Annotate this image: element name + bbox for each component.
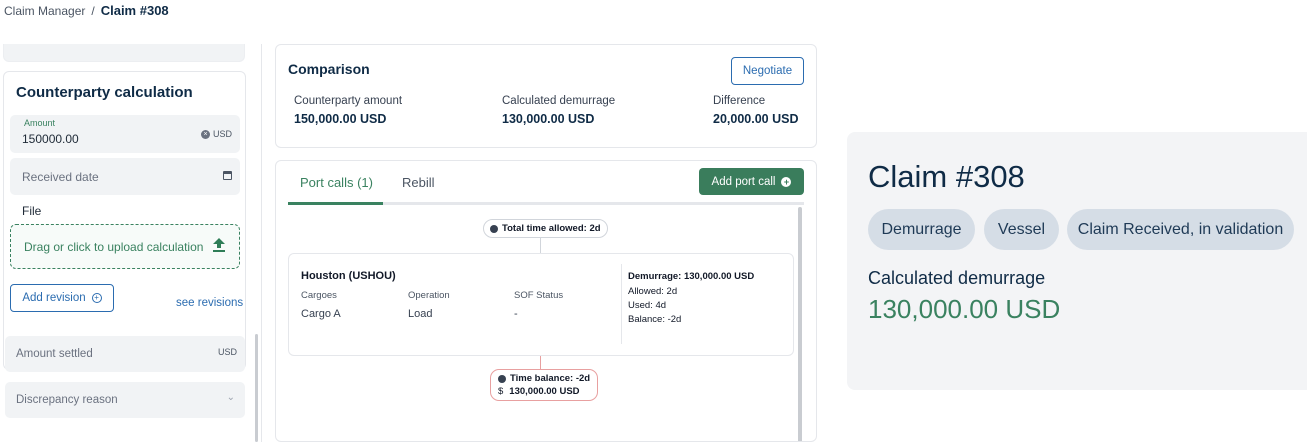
connector-line bbox=[540, 238, 541, 253]
cargoes: Cargoes Cargo A bbox=[301, 290, 341, 320]
calculated-demurrage-value: 130,000.00 USD bbox=[502, 112, 595, 126]
discrepancy-reason-placeholder: Discrepancy reason bbox=[16, 394, 118, 406]
difference: Difference 20,000.00 USD bbox=[713, 95, 798, 126]
badge-vessel: Vessel bbox=[984, 209, 1059, 250]
clock-icon bbox=[490, 224, 498, 233]
upload-dropzone[interactable]: Drag or click to upload calculation bbox=[10, 224, 240, 269]
clear-icon[interactable]: × bbox=[200, 129, 210, 139]
breadcrumb-current: Claim #308 bbox=[100, 3, 169, 18]
operation-value: Load bbox=[408, 308, 433, 320]
breadcrumb-separator: / bbox=[91, 3, 95, 18]
port-demurrage: Demurrage: 130,000.00 USD bbox=[628, 271, 755, 282]
file-label: File bbox=[22, 204, 42, 218]
chevron-down-icon: ⌄ bbox=[226, 392, 235, 403]
difference-label: Difference bbox=[713, 95, 766, 107]
operation: Operation Load bbox=[408, 290, 450, 320]
claim-title: Claim #308 bbox=[868, 159, 1025, 194]
port-calls-scrollbar[interactable] bbox=[798, 207, 802, 441]
sof-status-value: - bbox=[514, 308, 518, 320]
upload-text: Drag or click to upload calculation bbox=[24, 240, 204, 254]
comparison-title: Comparison bbox=[288, 61, 370, 77]
breadcrumb: Claim Manager / Claim #308 bbox=[4, 3, 169, 18]
divider bbox=[621, 264, 622, 344]
amount-field[interactable]: Amount 150000.00 × USD bbox=[10, 115, 240, 153]
counterparty-title: Counterparty calculation bbox=[16, 84, 193, 101]
calculated-demurrage-label: Calculated demurrage bbox=[502, 95, 616, 107]
amount-settled-placeholder: Amount settled bbox=[16, 348, 93, 360]
time-balance-pill: Time balance: -2d $ 130,000.00 USD bbox=[490, 369, 599, 401]
total-time-allowed-pill: Total time allowed: 2d bbox=[483, 219, 608, 238]
add-port-call-button[interactable]: Add port call + bbox=[699, 168, 804, 195]
connector-line bbox=[540, 356, 541, 369]
left-panel: Counterparty calculation Amount 150000.0… bbox=[0, 44, 262, 442]
amount-suffix: × USD bbox=[200, 129, 232, 139]
sof-status-label: SOF Status bbox=[514, 290, 564, 301]
time-balance-row: Time balance: -2d bbox=[498, 373, 590, 384]
claim-summary-panel: Claim #308 Demurrage Vessel Claim Receiv… bbox=[847, 132, 1307, 390]
comparison-card: Comparison Negotiate Counterparty amount… bbox=[275, 44, 817, 148]
balance-amount-row: $ 130,000.00 USD bbox=[498, 386, 580, 397]
sof-status: SOF Status - bbox=[514, 290, 563, 320]
amount-value[interactable]: 150000.00 bbox=[22, 132, 79, 146]
port-balance: Balance: -2d bbox=[628, 314, 682, 325]
difference-value: 20,000.00 USD bbox=[713, 112, 799, 126]
port-calls-card: Port calls (1) Rebill Add port call + To… bbox=[275, 160, 817, 442]
counterparty-amount-label: Counterparty amount bbox=[294, 95, 403, 107]
collapsed-card[interactable] bbox=[3, 44, 245, 62]
plus-circle-icon: + bbox=[781, 176, 792, 187]
badge-demurrage: Demurrage bbox=[868, 209, 975, 250]
upload-icon bbox=[213, 238, 225, 255]
clock-icon bbox=[498, 374, 506, 383]
port-name: Houston (USHOU) bbox=[301, 270, 396, 282]
calendar-icon-wrap[interactable] bbox=[223, 171, 232, 180]
discrepancy-reason-select[interactable]: Discrepancy reason ⌄ bbox=[5, 382, 245, 418]
cargoes-value: Cargo A bbox=[301, 308, 341, 320]
left-scrollbar[interactable] bbox=[255, 334, 258, 442]
amount-settled-currency: USD bbox=[217, 347, 237, 357]
negotiate-button[interactable]: Negotiate bbox=[731, 57, 804, 85]
badge-status: Claim Received, in validation bbox=[1067, 209, 1294, 250]
tab-rebill[interactable]: Rebill bbox=[402, 175, 435, 202]
amount-currency: USD bbox=[212, 129, 232, 139]
time-balance: Time balance: -2d bbox=[510, 373, 591, 384]
dollar-icon: $ bbox=[498, 386, 504, 397]
counterparty-calculation-card: Counterparty calculation Amount 150000.0… bbox=[3, 71, 246, 370]
calendar-icon[interactable] bbox=[223, 171, 232, 180]
amount-label: Amount bbox=[24, 118, 56, 128]
received-date-placeholder: Received date bbox=[22, 170, 99, 184]
operation-label: Operation bbox=[408, 290, 450, 301]
breadcrumb-root[interactable]: Claim Manager bbox=[4, 4, 85, 18]
port-allowed: Allowed: 2d bbox=[628, 286, 678, 297]
calculated-demurrage-label: Calculated demurrage bbox=[868, 268, 1046, 288]
calculated-demurrage-value: 130,000.00 USD bbox=[868, 294, 1061, 324]
calculated-demurrage: Calculated demurrage 130,000.00 USD bbox=[502, 95, 615, 126]
counterparty-amount: Counterparty amount 150,000.00 USD bbox=[294, 95, 402, 126]
demurrage-summary: Demurrage: 130,000.00 USD Allowed: 2d Us… bbox=[628, 270, 754, 327]
port-used: Used: 4d bbox=[628, 300, 667, 311]
amount-settled-field[interactable]: Amount settled USD bbox=[5, 336, 245, 372]
negotiate-label: Negotiate bbox=[742, 65, 793, 77]
received-date-field[interactable]: Received date bbox=[10, 158, 240, 195]
tab-port-calls[interactable]: Port calls (1) bbox=[288, 175, 383, 205]
add-revision-button[interactable]: Add revision + bbox=[10, 284, 114, 312]
total-time-allowed: Total time allowed: 2d bbox=[502, 223, 601, 234]
port-call-card[interactable]: Houston (USHOU) Cargoes Cargo A Operatio… bbox=[288, 253, 794, 356]
plus-circle-icon: + bbox=[91, 293, 102, 303]
balance-amount: 130,000.00 USD bbox=[509, 386, 580, 397]
counterparty-amount-value: 150,000.00 USD bbox=[294, 112, 387, 126]
cargoes-label: Cargoes bbox=[301, 290, 337, 301]
see-revisions-link[interactable]: see revisions bbox=[176, 297, 243, 309]
add-revision-label: Add revision bbox=[22, 292, 86, 304]
add-port-call-label: Add port call bbox=[711, 175, 776, 188]
